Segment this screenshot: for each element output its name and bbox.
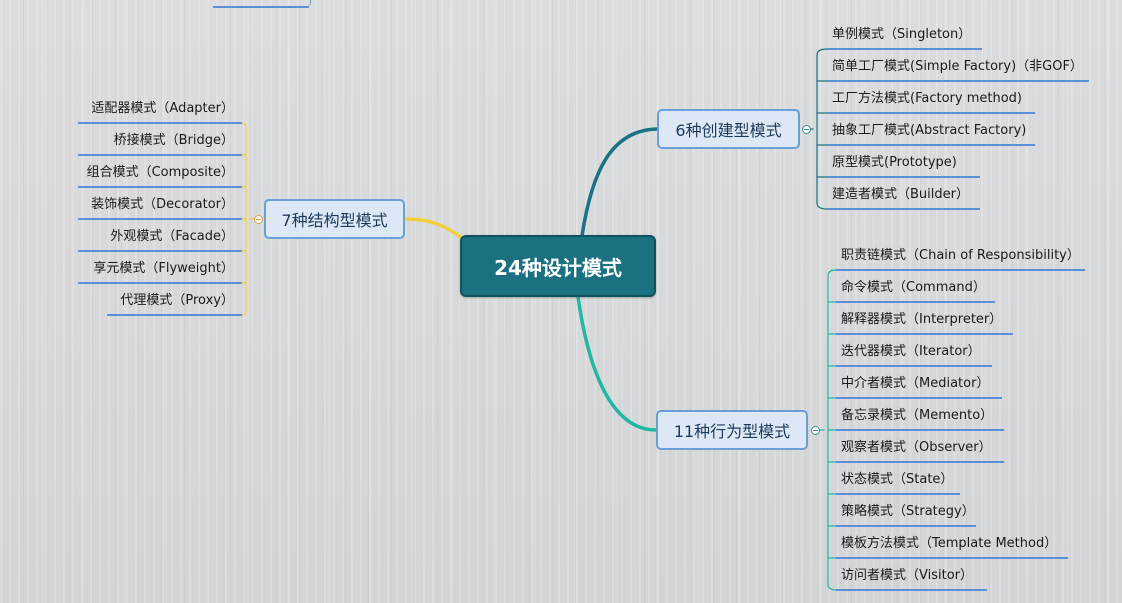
link-central-behavioral [576, 295, 658, 432]
collapse-toggle-creational-icon[interactable] [802, 125, 811, 134]
behavioral-subtopic-6[interactable]: 备忘录模式（Memento） [836, 405, 1004, 431]
offscreen-topic-fragment [213, 0, 311, 8]
structural-subtopic-7[interactable]: 代理模式（Proxy） [107, 290, 242, 316]
branch-behavioral-label: 11种行为型模式 [673, 422, 791, 441]
behavioral-subtopic-5[interactable]: 中介者模式（Mediator） [836, 373, 1002, 399]
central-topic[interactable]: 24种设计模式 [460, 235, 656, 297]
behavioral-subtopic-11[interactable]: 访问者模式（Visitor） [836, 565, 987, 591]
structural-fan-link-7 [241, 308, 247, 316]
behavioral-subtopic-3[interactable]: 解释器模式（Interpreter） [836, 309, 1013, 335]
creational-fan-link-6 [816, 202, 828, 210]
structural-subtopic-1[interactable]: 适配器模式（Adapter） [78, 98, 242, 124]
link-central-structural [403, 217, 464, 240]
behavioral-subtopic-4[interactable]: 迭代器模式（Iterator） [836, 341, 992, 367]
branch-behavioral-patterns[interactable]: 11种行为型模式 [656, 410, 808, 450]
mind-map-canvas: 24种设计模式 6种创建型模式 7种结构型模式 11种行为型模式 单例模式（Si… [0, 0, 1122, 603]
behavioral-subtopic-2[interactable]: 命令模式（Command） [836, 277, 995, 303]
creational-subtopic-4[interactable]: 抽象工厂模式(Abstract Factory) [827, 120, 1035, 146]
branch-creational-patterns[interactable]: 6种创建型模式 [657, 109, 800, 149]
branch-creational-label: 6种创建型模式 [675, 121, 782, 140]
collapse-toggle-structural-icon[interactable] [254, 215, 263, 224]
structural-subtopic-6[interactable]: 享元模式（Flyweight） [78, 258, 242, 284]
creational-subtopic-6[interactable]: 建造者模式（Builder） [827, 184, 980, 210]
behavioral-fan-link-11 [827, 583, 837, 591]
behavioral-subtopic-8[interactable]: 状态模式（State） [836, 469, 960, 495]
creational-subtopic-5[interactable]: 原型模式(Prototype) [827, 152, 980, 178]
creational-subtopic-1[interactable]: 单例模式（Singleton） [827, 24, 982, 50]
creational-subtopic-3[interactable]: 工厂方法模式(Factory method) [827, 88, 1035, 114]
structural-subtopic-4[interactable]: 装饰模式（Decorator） [78, 194, 242, 220]
link-central-creational [580, 127, 659, 238]
structural-subtopic-5[interactable]: 外观模式（Facade） [78, 226, 242, 252]
branch-structural-label: 7种结构型模式 [281, 211, 388, 230]
behavioral-subtopic-10[interactable]: 模板方法模式（Template Method） [836, 533, 1068, 559]
creational-fan-link-1 [816, 48, 828, 56]
structural-fan-link-1 [241, 122, 247, 130]
central-topic-label: 24种设计模式 [494, 255, 622, 280]
creational-subtopic-2[interactable]: 简单工厂模式(Simple Factory)（非GOF） [827, 56, 1089, 82]
structural-subtopic-2[interactable]: 桥接模式（Bridge） [78, 130, 242, 156]
behavioral-subtopic-7[interactable]: 观察者模式（Observer） [836, 437, 1004, 463]
behavioral-fan-link-1 [827, 269, 837, 277]
behavioral-subtopic-9[interactable]: 策略模式（Strategy） [836, 501, 976, 527]
collapse-toggle-behavioral-icon[interactable] [811, 426, 820, 435]
behavioral-subtopic-1[interactable]: 职责链模式（Chain of Responsibility） [836, 245, 1085, 271]
structural-subtopic-3[interactable]: 组合模式（Composite） [78, 162, 242, 188]
branch-structural-patterns[interactable]: 7种结构型模式 [264, 199, 405, 239]
